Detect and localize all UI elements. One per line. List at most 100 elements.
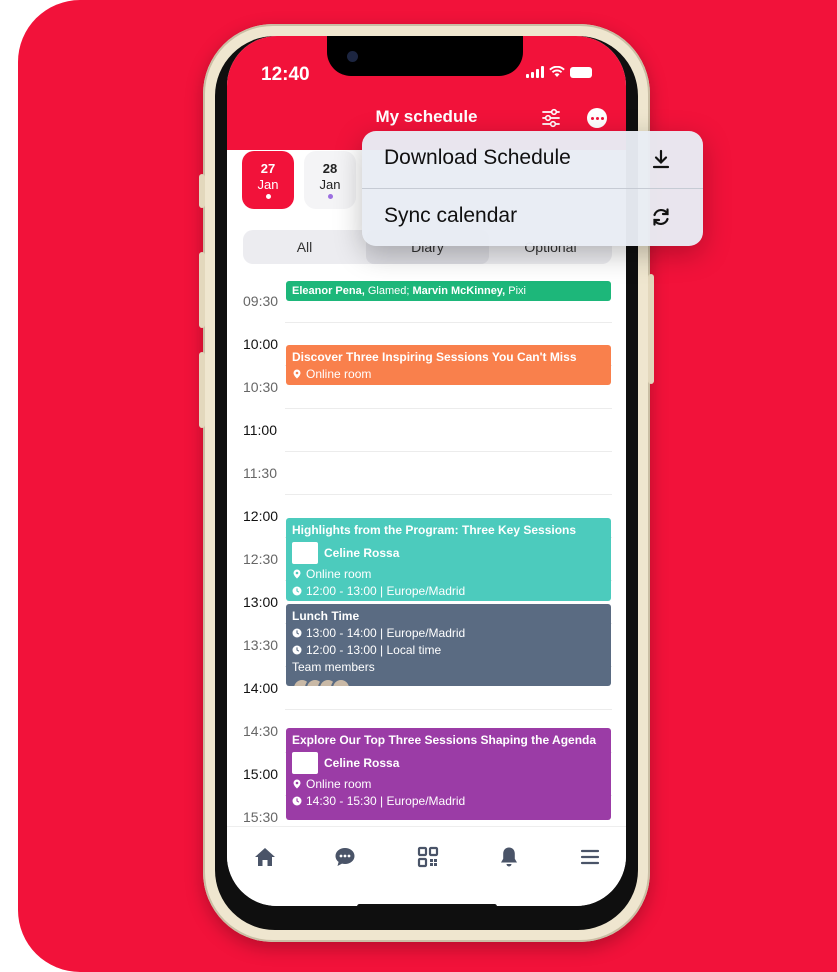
event-location: Online room: [292, 777, 605, 791]
date-chip-27[interactable]: 27 Jan: [242, 151, 294, 209]
event-location: Online room: [292, 367, 605, 381]
event-title: Highlights from the Program: Three Key S…: [292, 523, 577, 537]
clock-icon: [292, 796, 302, 806]
qr-code-icon[interactable]: [416, 845, 440, 869]
team-members-label: Team members: [292, 660, 375, 674]
date-chip-28[interactable]: 28 Jan: [304, 151, 356, 209]
timeline-label: 13:30: [243, 637, 279, 653]
menu-item-label: Download Schedule: [384, 146, 571, 169]
clock-icon: [292, 645, 302, 655]
event-title: Discover Three Inspiring Sessions You Ca…: [292, 350, 577, 364]
event-time: 12:00 - 13:00 | Europe/Madrid: [292, 584, 605, 598]
menu-item-label: Sync calendar: [384, 204, 518, 227]
time-text: 14:30 - 15:30 | Europe/Madrid: [306, 794, 466, 808]
event-time: 14:30 - 15:30 | Europe/Madrid: [292, 794, 605, 808]
speaker-company: Glamed;: [364, 285, 410, 297]
event-card[interactable]: Highlights from the Program: Three Key S…: [286, 518, 611, 601]
speaker-name: Eleanor Pena,: [292, 285, 365, 297]
event-card[interactable]: Lunch Time 13:00 - 14:00 | Europe/Madrid…: [286, 604, 611, 686]
speaker-company: Pixi: [505, 285, 526, 297]
timeline-label: 11:00: [243, 422, 277, 438]
bottom-tab-bar: [227, 826, 626, 906]
timeline-line: [285, 408, 612, 409]
timeline-label: 11:30: [243, 465, 277, 481]
timeline-label: 14:30: [243, 723, 279, 739]
status-icons: [526, 66, 592, 78]
event-card[interactable]: Discover Three Inspiring Sessions You Ca…: [286, 345, 611, 385]
location-pin-icon: [293, 779, 301, 789]
timeline-label: 10:30: [243, 379, 279, 395]
speaker-name: Celine Rossa: [324, 756, 400, 770]
sync-icon: [653, 208, 669, 226]
event-speaker: Celine Rossa: [292, 542, 605, 564]
company-logo: [292, 542, 318, 564]
timeline-label: 14:00: [243, 680, 279, 696]
location-text: Online room: [306, 567, 372, 581]
team-avatars: [292, 678, 605, 686]
timeline-line: [285, 709, 612, 710]
segment-all[interactable]: All: [243, 230, 366, 264]
event-time: 13:00 - 14:00 | Europe/Madrid: [292, 626, 605, 640]
more-dot: [595, 116, 599, 120]
local-time-text: 12:00 - 13:00 | Local time: [306, 643, 442, 657]
chat-icon[interactable]: [333, 845, 357, 869]
speaker-name: Celine Rossa: [324, 546, 400, 560]
event-speaker: Celine Rossa: [292, 752, 605, 774]
event-title: Lunch Time: [292, 609, 360, 623]
wifi-icon: [549, 66, 565, 77]
download-icon: [652, 149, 670, 169]
company-logo: [292, 752, 318, 774]
clock-icon: [292, 628, 302, 638]
timeline-label: 15:00: [243, 766, 279, 782]
more-dot: [600, 116, 604, 120]
time-text: 13:00 - 14:00 | Europe/Madrid: [306, 626, 466, 640]
bell-icon[interactable]: [497, 845, 521, 869]
timeline-label: 10:00: [243, 336, 279, 352]
date-month: Jan: [257, 177, 279, 192]
front-camera: [347, 51, 358, 62]
date-indicator-dot: [327, 194, 333, 199]
speaker-name: Marvin McKinney,: [409, 285, 506, 297]
home-icon[interactable]: [253, 845, 277, 869]
menu-item-sync-calendar[interactable]: Sync calendar: [362, 189, 703, 246]
status-bar: 12:40: [227, 36, 626, 94]
page-title: My schedule: [375, 107, 478, 126]
more-options-button[interactable]: [587, 108, 607, 128]
timeline-label: 12:30: [243, 551, 279, 567]
event-card[interactable]: Explore Our Top Three Sessions Shaping t…: [286, 728, 611, 820]
signal-icon: [526, 66, 544, 78]
timeline-line: [285, 451, 612, 452]
clock-icon: [292, 586, 302, 596]
home-indicator: [357, 904, 497, 906]
location-text: Online room: [306, 367, 372, 381]
time-text: 12:00 - 13:00 | Europe/Madrid: [306, 584, 466, 598]
event-speakers: Eleanor Pena, Glamed; Marvin McKinney, P…: [292, 285, 605, 297]
battery-icon: [570, 66, 592, 78]
date-month: Jan: [319, 177, 341, 192]
date-day: 27: [260, 161, 276, 176]
timeline-label: 12:00: [243, 508, 279, 524]
timeline-label: 13:00: [243, 594, 279, 610]
filter-icon[interactable]: [541, 108, 561, 128]
timeline-line: [285, 494, 612, 495]
avatar: [331, 678, 351, 686]
options-dropdown-menu: Download Schedule Sync calendar: [362, 131, 703, 246]
timeline-label: 15:30: [243, 809, 279, 825]
menu-item-download-schedule[interactable]: Download Schedule: [362, 131, 703, 188]
phone-mute-switch: [199, 174, 205, 208]
timeline-line: [285, 322, 612, 323]
more-dot: [590, 116, 594, 120]
event-location: Online room: [292, 567, 605, 581]
event-local-time: 12:00 - 13:00 | Local time: [292, 643, 605, 657]
location-pin-icon: [293, 569, 301, 579]
event-card[interactable]: Eleanor Pena, Glamed; Marvin McKinney, P…: [286, 281, 611, 301]
menu-icon[interactable]: [578, 845, 602, 869]
phone-volume-down: [199, 352, 205, 428]
date-indicator-dot: [265, 194, 271, 199]
location-text: Online room: [306, 777, 372, 791]
timeline-label: 09:30: [243, 293, 279, 309]
phone-volume-up: [199, 252, 205, 328]
status-time: 12:40: [261, 64, 310, 85]
location-pin-icon: [293, 369, 301, 379]
phone-power-button: [648, 274, 654, 384]
